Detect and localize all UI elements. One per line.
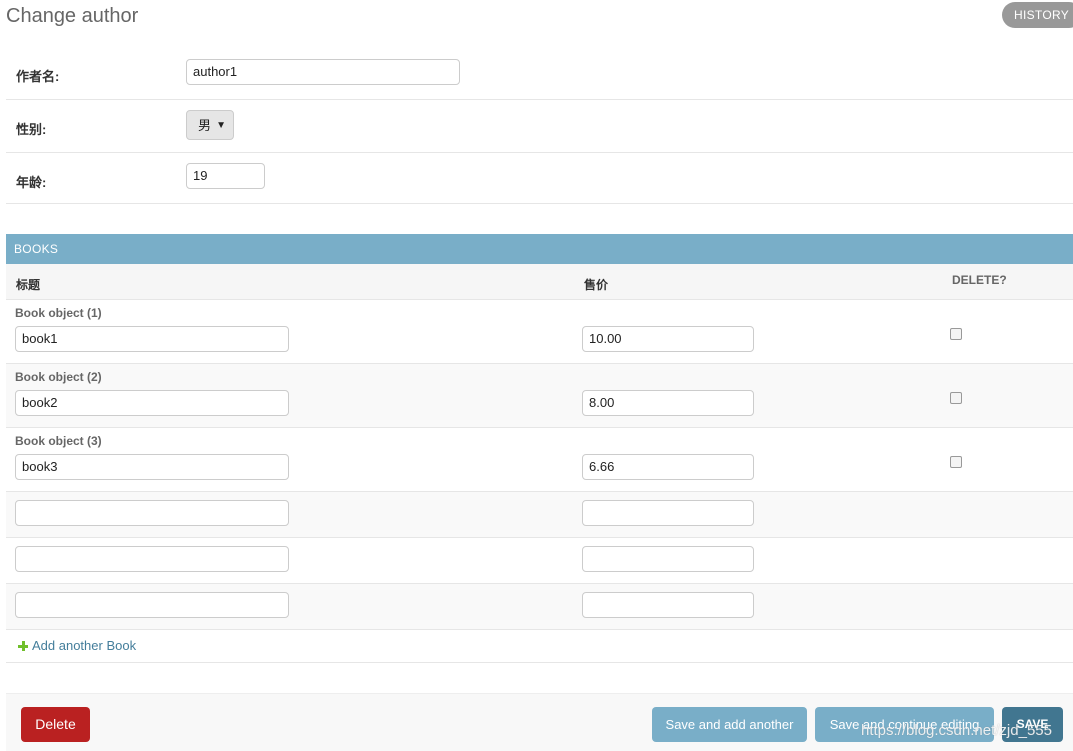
name-label: 作者名:	[16, 69, 60, 84]
row-object-label: Book object (2)	[15, 370, 102, 384]
book-title-input[interactable]: book3	[15, 454, 289, 480]
page-title: Change author	[6, 5, 139, 27]
delete-checkbox[interactable]	[950, 456, 962, 468]
row-object-label: Book object (3)	[15, 434, 102, 448]
book-price-input[interactable]	[582, 592, 754, 618]
column-header-title: 标题	[16, 278, 41, 292]
books-module-header: BOOKS	[6, 234, 1073, 264]
delete-checkbox[interactable]	[950, 392, 962, 404]
book-price-input[interactable]: 10.00	[582, 326, 754, 352]
delete-checkbox[interactable]	[950, 328, 962, 340]
table-row: Book object (2) book2 8.00	[6, 364, 1073, 428]
row-object-label: Book object (1)	[15, 306, 102, 320]
age-label: 年龄:	[16, 175, 47, 190]
delete-button[interactable]: Delete	[21, 707, 90, 742]
column-header-delete: DELETE?	[952, 273, 1007, 287]
book-title-input[interactable]	[15, 500, 289, 526]
column-header-price: 售价	[584, 278, 609, 292]
book-price-input[interactable]	[582, 500, 754, 526]
gender-select[interactable]: 男 ▼	[186, 110, 234, 140]
book-title-input[interactable]: book1	[15, 326, 289, 352]
chevron-down-icon: ▼	[216, 120, 226, 131]
table-row	[6, 538, 1073, 584]
book-title-input[interactable]: book2	[15, 390, 289, 416]
field-row-gender: 性别: 男 ▼	[6, 100, 1073, 153]
table-row: Book object (1) book1 10.00	[6, 300, 1073, 364]
plus-icon	[18, 641, 28, 651]
save-and-add-another-button[interactable]: Save and add another	[652, 707, 807, 742]
history-button[interactable]: HISTORY	[1002, 2, 1073, 28]
age-input[interactable]: 19	[186, 163, 265, 189]
books-table-header: 标题 售价 DELETE?	[6, 264, 1073, 300]
name-input[interactable]: author1	[186, 59, 460, 85]
gender-label: 性别:	[16, 122, 47, 137]
gender-select-value: 男	[198, 118, 212, 133]
add-row: Add another Book	[6, 630, 1073, 663]
add-another-book-label: Add another Book	[32, 638, 137, 653]
field-row-name: 作者名: author1	[6, 46, 1073, 100]
book-title-input[interactable]	[15, 592, 289, 618]
field-row-age: 年龄: 19	[6, 153, 1073, 204]
table-row: Book object (3) book3 6.66	[6, 428, 1073, 492]
table-row	[6, 492, 1073, 538]
book-title-input[interactable]	[15, 546, 289, 572]
book-price-input[interactable]: 6.66	[582, 454, 754, 480]
book-price-input[interactable]	[582, 546, 754, 572]
book-price-input[interactable]: 8.00	[582, 390, 754, 416]
watermark: https://blog.csdn.net/zjd_555	[861, 722, 1052, 739]
table-row	[6, 584, 1073, 630]
add-another-book-link[interactable]: Add another Book	[18, 638, 136, 653]
